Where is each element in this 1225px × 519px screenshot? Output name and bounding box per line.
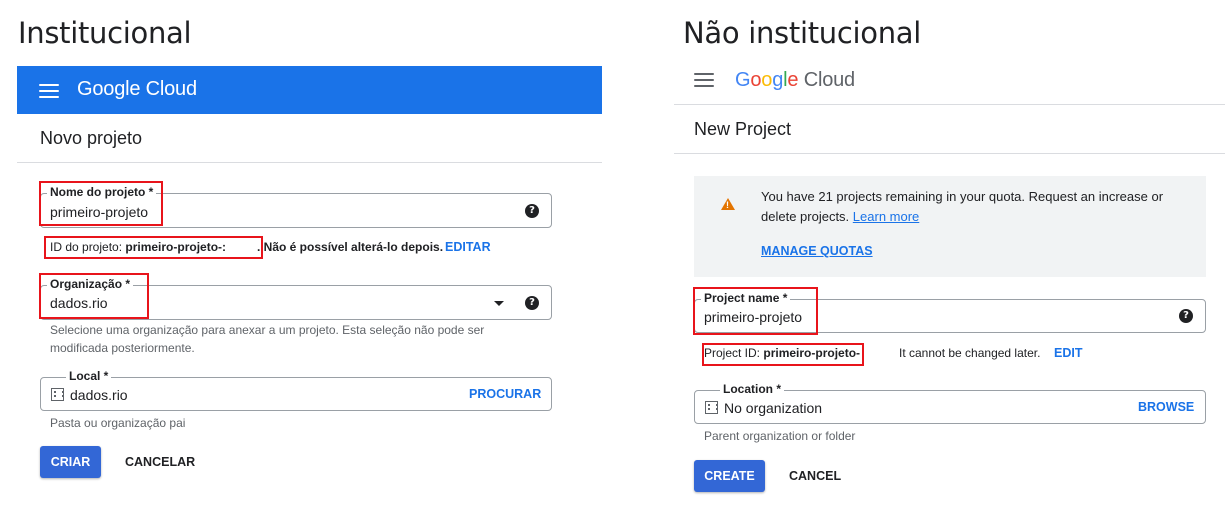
- learn-more-link[interactable]: Learn more: [853, 209, 919, 224]
- project-name-label: Project name *: [701, 291, 791, 305]
- header-divider: [674, 104, 1225, 105]
- location-field[interactable]: Local * dados.rio PROCURAR: [40, 369, 552, 411]
- brand-logo[interactable]: Google Cloud: [735, 69, 855, 92]
- page-title: New Project: [694, 119, 792, 139]
- dropdown-caret-icon[interactable]: [494, 301, 504, 306]
- help-icon[interactable]: ?: [1179, 309, 1193, 323]
- menu-icon[interactable]: [694, 73, 714, 87]
- organization-label: Organização *: [47, 277, 134, 291]
- quota-notice: ! You have 21 projects remaining in your…: [694, 176, 1206, 277]
- project-id-line: ID do projeto: primeiro-projeto-:: [50, 240, 226, 254]
- building-icon: [705, 401, 718, 414]
- location-hint: Pasta ou organização pai: [50, 416, 186, 430]
- edit-project-id-button[interactable]: EDITAR: [445, 240, 491, 254]
- location-field[interactable]: Location * No organization BROWSE: [694, 382, 1206, 424]
- help-icon[interactable]: ?: [525, 204, 539, 218]
- location-value: dados.rio: [70, 387, 128, 403]
- quota-text: You have 21 projects remaining in your q…: [761, 189, 1164, 224]
- title-divider: [17, 162, 602, 163]
- project-name-value: primeiro-projeto: [704, 309, 803, 325]
- create-button[interactable]: CRIAR: [40, 446, 101, 478]
- project-id-value: primeiro-projeto-:: [125, 240, 227, 254]
- brand-logo[interactable]: Google Cloud: [77, 78, 197, 101]
- cancel-button[interactable]: CANCEL: [789, 469, 841, 483]
- page-title: Novo projeto: [40, 128, 143, 148]
- building-icon: [51, 388, 64, 401]
- project-name-value: primeiro-projeto: [50, 204, 149, 220]
- location-label: Location *: [720, 382, 785, 396]
- left-top-bar: Google Cloud: [17, 66, 602, 114]
- menu-icon[interactable]: [39, 84, 59, 98]
- project-name-field[interactable]: Project name * primeiro-projeto ?: [694, 291, 1206, 333]
- location-hint: Parent organization or folder: [704, 429, 856, 443]
- location-label: Local *: [66, 369, 112, 383]
- left-heading: Institucional: [18, 16, 192, 50]
- project-id-note: It cannot be changed later.: [899, 346, 1041, 360]
- browse-button[interactable]: PROCURAR: [469, 387, 541, 401]
- organization-value: dados.rio: [50, 295, 108, 311]
- location-value: No organization: [724, 400, 823, 416]
- project-name-label: Nome do projeto *: [47, 185, 157, 199]
- browse-button[interactable]: BROWSE: [1138, 400, 1194, 414]
- project-name-field[interactable]: Nome do projeto * primeiro-projeto ?: [40, 185, 552, 228]
- right-heading: Não institucional: [683, 16, 922, 50]
- edit-project-id-button[interactable]: EDIT: [1054, 346, 1082, 360]
- manage-quotas-link[interactable]: MANAGE QUOTAS: [761, 244, 873, 258]
- create-button[interactable]: CREATE: [694, 460, 765, 492]
- project-id-prefix: Project ID:: [704, 346, 764, 360]
- project-id-prefix: ID do projeto:: [50, 240, 126, 254]
- organization-select[interactable]: Organização * dados.rio ?: [40, 277, 552, 320]
- project-id-note: . Não é possível alterá-lo depois.: [257, 240, 444, 254]
- project-id-value: primeiro-projeto-: [763, 346, 861, 360]
- organization-hint: Selecione uma organização para anexar a …: [50, 323, 485, 355]
- project-id-line: Project ID: primeiro-projeto-: [704, 346, 860, 360]
- warning-icon: !: [721, 198, 735, 210]
- help-icon[interactable]: ?: [525, 296, 539, 310]
- title-divider: [674, 153, 1225, 154]
- cancel-button[interactable]: CANCELAR: [125, 455, 195, 469]
